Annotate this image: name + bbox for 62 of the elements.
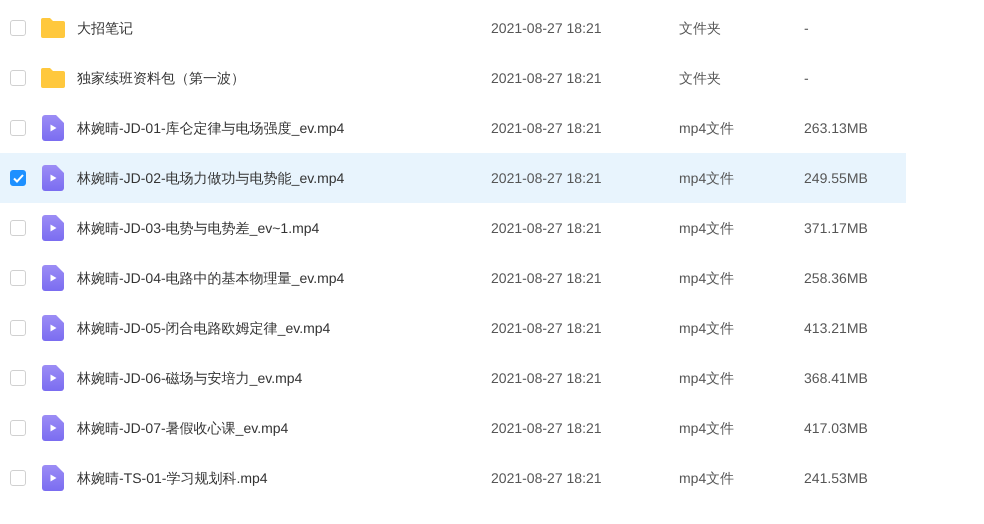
file-size: 258.36MB [804, 268, 868, 288]
file-name[interactable]: 林婉晴-JD-03-电势与电势差_ev~1.mp4 [77, 218, 477, 238]
video-file-icon [42, 315, 64, 341]
file-type: mp4文件 [679, 268, 736, 288]
checkbox[interactable] [10, 20, 26, 36]
file-type: mp4文件 [679, 418, 736, 438]
file-name[interactable]: 独家续班资料包（第一波） [77, 68, 477, 88]
file-name[interactable]: 大招笔记 [77, 18, 477, 38]
file-name[interactable]: 林婉晴-JD-05-闭合电路欧姆定律_ev.mp4 [77, 318, 477, 338]
modified-date: 2021-08-27 18:21 [491, 168, 603, 188]
video-file-icon [42, 465, 64, 491]
file-type: mp4文件 [679, 218, 736, 238]
file-type: mp4文件 [679, 368, 736, 388]
file-size: 249.55MB [804, 168, 868, 188]
checkbox[interactable] [10, 120, 26, 136]
checkbox[interactable] [10, 220, 26, 236]
file-type: mp4文件 [679, 318, 736, 338]
folder-icon [40, 17, 66, 39]
checkbox[interactable] [10, 470, 26, 486]
modified-date: 2021-08-27 18:21 [491, 418, 603, 438]
checkbox[interactable] [10, 370, 26, 386]
file-size: 241.53MB [804, 468, 868, 488]
file-size: 263.13MB [804, 118, 868, 138]
file-name[interactable]: 林婉晴-JD-01-库仑定律与电场强度_ev.mp4 [77, 118, 477, 138]
file-type: 文件夹 [679, 18, 722, 38]
file-name[interactable]: 林婉晴-JD-04-电路中的基本物理量_ev.mp4 [77, 268, 477, 288]
file-name[interactable]: 林婉晴-JD-02-电场力做功与电势能_ev.mp4 [77, 168, 477, 188]
check-icon [12, 174, 24, 182]
video-file-icon [42, 215, 64, 241]
modified-date: 2021-08-27 18:21 [491, 118, 603, 138]
modified-date: 2021-08-27 18:21 [491, 68, 603, 88]
file-name[interactable]: 林婉晴-JD-07-暑假收心课_ev.mp4 [77, 418, 477, 438]
checkbox[interactable] [10, 70, 26, 86]
video-file-icon [42, 115, 64, 141]
checkbox[interactable] [10, 320, 26, 336]
file-name[interactable]: 林婉晴-TS-01-学习规划科.mp4 [77, 468, 477, 488]
checkbox[interactable] [10, 420, 26, 436]
modified-date: 2021-08-27 18:21 [491, 218, 603, 238]
video-file-icon [42, 265, 64, 291]
video-file-icon [42, 415, 64, 441]
file-type: mp4文件 [679, 168, 736, 188]
file-type: mp4文件 [679, 118, 736, 138]
file-size: - [804, 68, 809, 88]
file-name[interactable]: 林婉晴-JD-06-磁场与安培力_ev.mp4 [77, 368, 477, 388]
file-size: 413.21MB [804, 318, 868, 338]
checkbox[interactable] [10, 270, 26, 286]
modified-date: 2021-08-27 18:21 [491, 318, 603, 338]
file-size: - [804, 18, 809, 38]
file-row[interactable]: 林婉晴-JD-02-电场力做功与电势能_ev.mp4 2021-08-27 18:21 mp4文件 249.55MB [0, 153, 906, 203]
file-size: 417.03MB [804, 418, 868, 438]
file-size: 368.41MB [804, 368, 868, 388]
modified-date: 2021-08-27 18:21 [491, 368, 603, 388]
file-size: 371.17MB [804, 218, 868, 238]
folder-icon [40, 67, 66, 89]
checkbox[interactable] [10, 170, 26, 186]
modified-date: 2021-08-27 18:21 [491, 18, 603, 38]
modified-date: 2021-08-27 18:21 [491, 468, 603, 488]
file-type: mp4文件 [679, 468, 736, 488]
video-file-icon [42, 365, 64, 391]
file-type: 文件夹 [679, 68, 722, 88]
modified-date: 2021-08-27 18:21 [491, 268, 603, 288]
video-file-icon [42, 165, 64, 191]
